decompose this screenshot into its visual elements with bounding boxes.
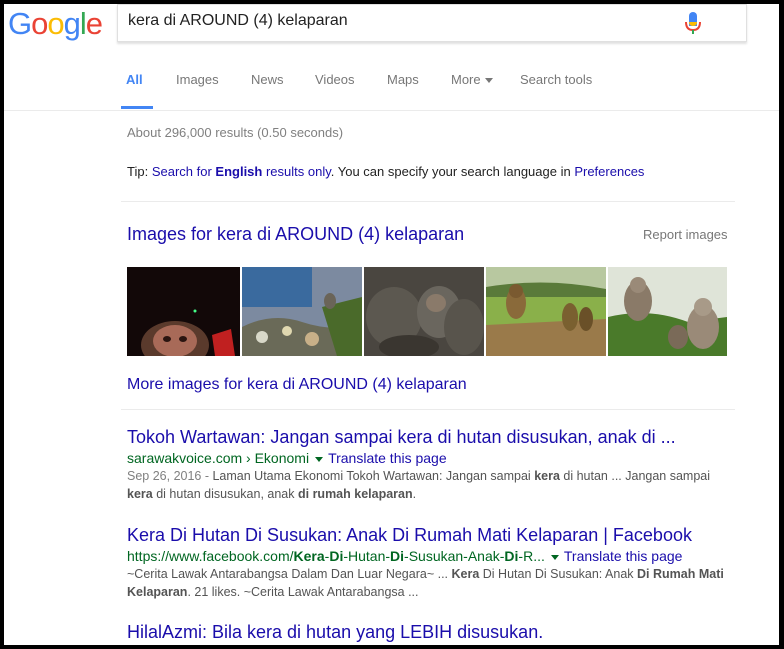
url-highlight: Di xyxy=(329,548,344,564)
result-domain: sarawakvoice.com xyxy=(127,450,243,466)
search-input[interactable]: kera di AROUND (4) kelaparan xyxy=(128,12,348,30)
tip-link-end: results only xyxy=(262,164,331,179)
images-section-title[interactable]: Images for kera di AROUND (4) kelaparan xyxy=(127,224,464,245)
result-url: sarawakvoice.com › Ekonomi Translate this… xyxy=(127,450,737,466)
tab-all[interactable]: All xyxy=(126,72,143,87)
snippet-highlight: di rumah kelaparan xyxy=(297,487,413,501)
divider xyxy=(121,409,735,410)
image-thumbnail[interactable] xyxy=(486,267,606,356)
tip-link-start: Search for xyxy=(151,164,216,179)
tab-maps[interactable]: Maps xyxy=(387,72,419,87)
search-header: Google kera di AROUND (4) kelaparan xyxy=(4,4,779,48)
snippet-text: Di Hutan Di Susukan: Anak xyxy=(479,567,638,581)
snippet-highlight: kera xyxy=(534,469,560,483)
microphone-icon[interactable] xyxy=(683,11,703,35)
tip-middle: . You can specify your search language i… xyxy=(330,164,575,179)
more-images-link[interactable]: More images for kera di AROUND (4) kelap… xyxy=(127,376,467,394)
image-thumbnail[interactable] xyxy=(242,267,362,356)
snippet-text: di hutan ... Jangan sampai xyxy=(559,469,711,483)
url-part: -Susukan-Anak- xyxy=(404,548,505,564)
url-highlight: Di xyxy=(504,548,519,564)
search-box[interactable]: kera di AROUND (4) kelaparan xyxy=(117,4,747,42)
language-tip: Tip: Search for English results only. Yo… xyxy=(127,164,644,179)
tip-link-bold: English xyxy=(215,164,263,179)
url-highlight: Di xyxy=(390,548,405,564)
result-snippet: ~Cerita Lawak Antarabangsa Dalam Dan Lua… xyxy=(127,565,737,601)
snippet-text: di hutan disusukan, anak xyxy=(152,487,298,501)
snippet-highlight: kera xyxy=(127,487,153,501)
search-result: Tokoh Wartawan: Jangan sampai kera di hu… xyxy=(127,427,737,503)
report-images-link[interactable]: Report images xyxy=(643,227,728,242)
tab-more[interactable]: More xyxy=(451,72,493,87)
result-title-link[interactable]: Kera Di Hutan Di Susukan: Anak Di Rumah … xyxy=(127,525,737,546)
search-result: HilalAzmi: Bila kera di hutan yang LEBIH… xyxy=(127,622,737,643)
browser-page: Google kera di AROUND (4) kelaparan All … xyxy=(4,4,779,645)
snippet-text: Laman Utama Ekonomi Tokoh Wartawan: Jang… xyxy=(212,469,535,483)
snippet-highlight: Kera xyxy=(451,567,480,581)
snippet-text: ~Cerita Lawak Antarabangsa Dalam Dan Lua… xyxy=(127,567,452,581)
result-date: Sep 26, 2016 - xyxy=(127,469,213,483)
caret-down-icon xyxy=(484,78,493,84)
dropdown-arrow-icon[interactable] xyxy=(315,456,324,462)
tab-search-tools[interactable]: Search tools xyxy=(520,72,592,87)
url-part: https://www.facebook.com/ xyxy=(127,548,294,564)
divider xyxy=(121,201,735,202)
english-only-link[interactable]: Search for English results only xyxy=(152,164,331,179)
preferences-link[interactable]: Preferences xyxy=(574,164,644,179)
image-thumbnail[interactable] xyxy=(364,267,484,356)
url-part: -Hutan- xyxy=(343,548,391,564)
snippet-text: . xyxy=(412,487,417,501)
result-breadcrumb: › Ekonomi xyxy=(242,450,310,466)
google-logo[interactable]: Google xyxy=(8,6,103,42)
tab-images[interactable]: Images xyxy=(176,72,219,87)
url-part: -R... xyxy=(518,548,545,564)
result-url: https://www.facebook.com/Kera-Di-Hutan-D… xyxy=(127,548,737,564)
result-snippet: Sep 26, 2016 - Laman Utama Ekonomi Tokoh… xyxy=(127,467,737,503)
search-tabs: All Images News Videos Maps More Search … xyxy=(4,48,779,111)
tab-more-label: More xyxy=(451,72,481,87)
translate-link[interactable]: Translate this page xyxy=(564,548,683,564)
result-title-link[interactable]: HilalAzmi: Bila kera di hutan yang LEBIH… xyxy=(127,622,737,643)
dropdown-arrow-icon[interactable] xyxy=(550,554,559,560)
snippet-text: . 21 likes. ~Cerita Lawak Antarabangsa .… xyxy=(187,585,419,599)
tab-videos[interactable]: Videos xyxy=(315,72,355,87)
result-stats: About 296,000 results (0.50 seconds) xyxy=(127,125,344,140)
result-title-link[interactable]: Tokoh Wartawan: Jangan sampai kera di hu… xyxy=(127,427,737,448)
active-tab-indicator xyxy=(121,106,153,109)
url-highlight: Kera xyxy=(293,548,325,564)
search-result: Kera Di Hutan Di Susukan: Anak Di Rumah … xyxy=(127,525,737,601)
tip-prefix: Tip: xyxy=(127,164,152,179)
image-thumbnail[interactable] xyxy=(127,267,240,356)
image-thumbnail[interactable] xyxy=(608,267,727,356)
translate-link[interactable]: Translate this page xyxy=(328,450,447,466)
tab-news[interactable]: News xyxy=(251,72,284,87)
